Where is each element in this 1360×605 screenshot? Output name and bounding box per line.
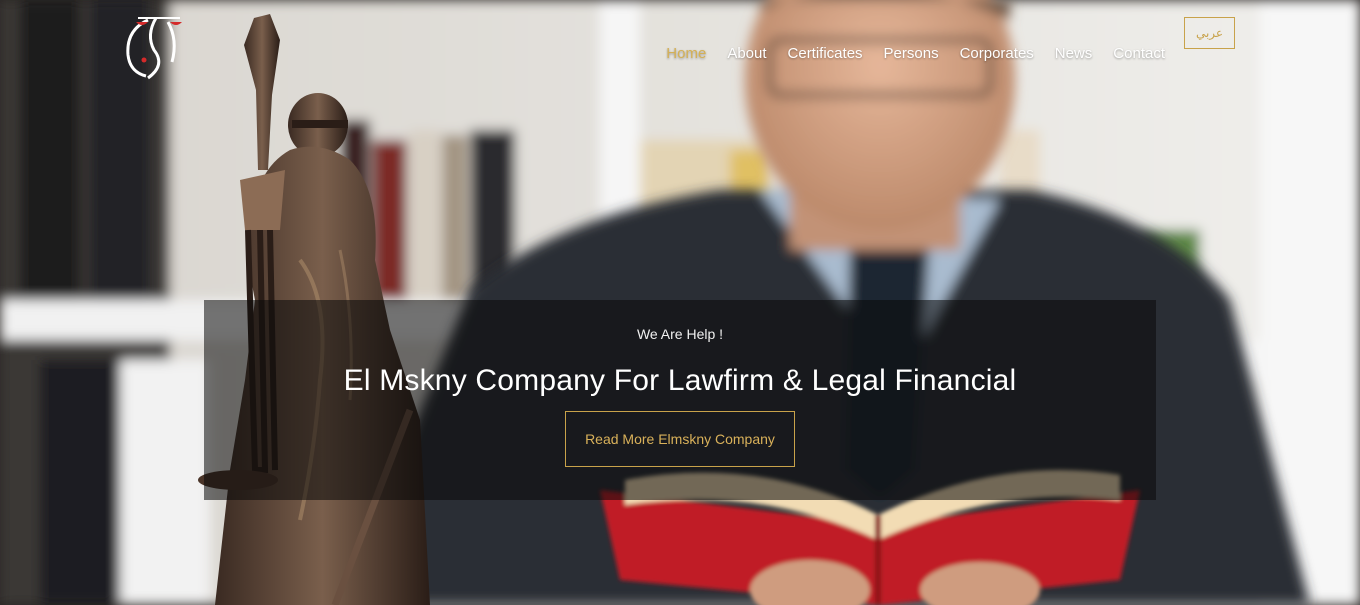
nav-item-home[interactable]: Home bbox=[666, 44, 706, 64]
read-more-button[interactable]: Read More Elmskny Company bbox=[565, 411, 795, 467]
nav-item-persons[interactable]: Persons bbox=[884, 44, 939, 64]
nav-item-certificates[interactable]: Certificates bbox=[788, 44, 863, 64]
nav-item-news[interactable]: News bbox=[1055, 44, 1093, 64]
language-toggle-button[interactable]: عربي bbox=[1184, 17, 1235, 49]
hero-headline: El Mskny Company For Lawfirm & Legal Fin… bbox=[343, 364, 1017, 397]
hero-caption-box: We Are Help ! El Mskny Company For Lawfi… bbox=[204, 300, 1156, 500]
nav-item-contact[interactable]: Contact bbox=[1113, 44, 1165, 64]
nav-item-corporates[interactable]: Corporates bbox=[960, 44, 1034, 64]
hero-eyebrow: We Are Help ! bbox=[636, 326, 724, 342]
scales-logo-icon[interactable] bbox=[118, 10, 188, 82]
nav-item-about[interactable]: About bbox=[727, 44, 766, 64]
main-nav: Home About Certificates Persons Corporat… bbox=[666, 44, 1165, 64]
